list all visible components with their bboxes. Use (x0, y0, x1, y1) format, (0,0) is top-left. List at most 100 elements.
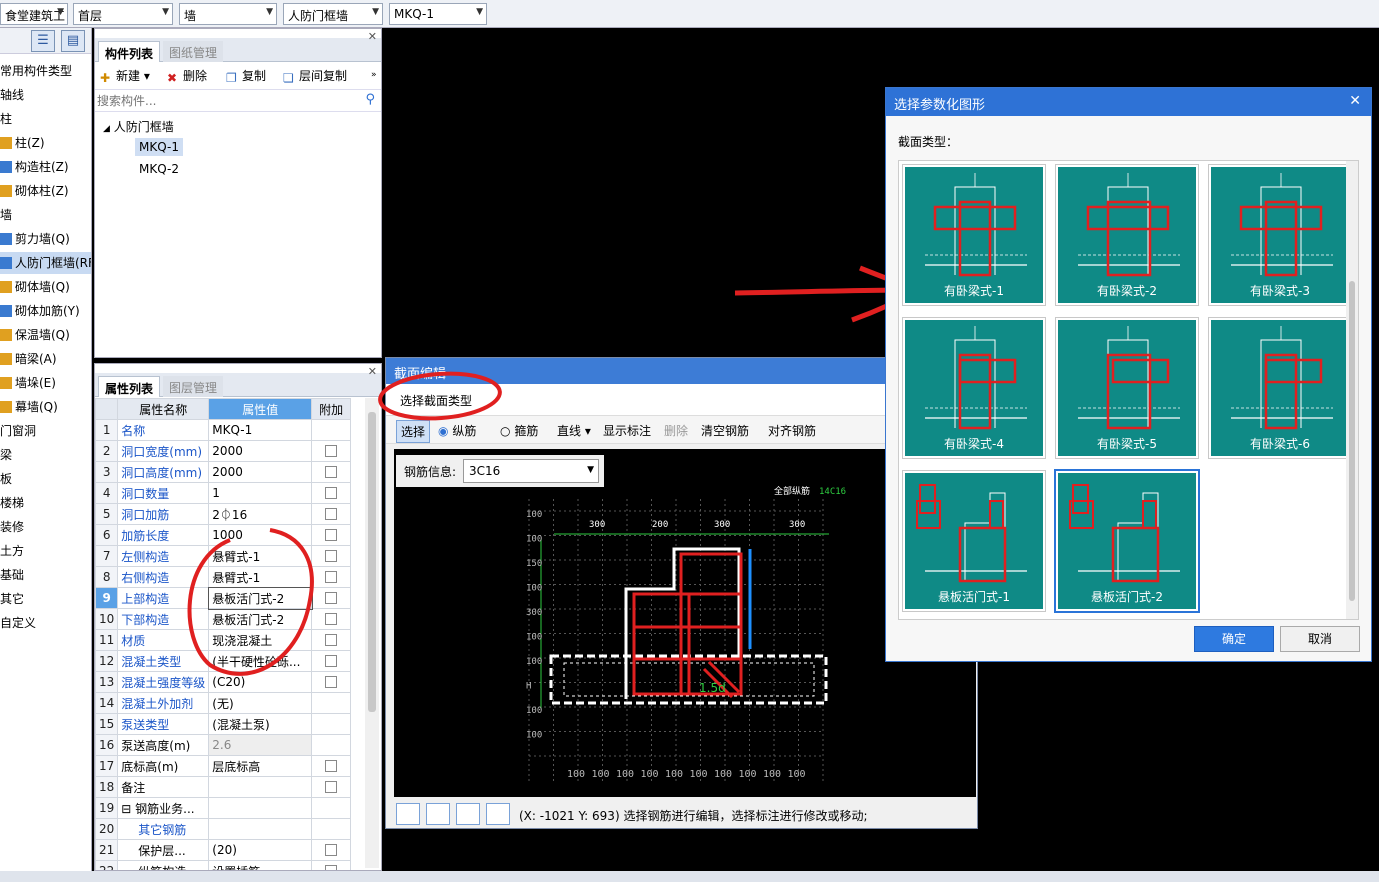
property-value[interactable] (208, 818, 313, 840)
tab-drawing-management[interactable]: 图纸管理 (163, 41, 224, 62)
line-tool-button[interactable]: 直线 ▾ (557, 422, 591, 439)
show-dimension-button[interactable]: 显示标注 (603, 422, 651, 439)
shape-tile[interactable]: 有卧梁式-3 (1208, 164, 1352, 306)
ok-button[interactable]: 确定 (1194, 626, 1274, 652)
sidebar-item[interactable]: 装修 (0, 516, 24, 538)
property-row[interactable]: 8 右侧构造 悬臂式-1 (95, 566, 351, 588)
shape-tile[interactable]: 有卧梁式-4 (902, 317, 1046, 459)
property-row[interactable]: 16 泵送高度(m) 2.6 (95, 734, 351, 756)
sidebar-item[interactable]: 轴线 (0, 84, 24, 106)
property-row[interactable]: 9 上部构造 悬板活门式-2 (95, 586, 351, 610)
sidebar-item[interactable]: 柱(Z) (0, 132, 45, 154)
sidebar-item[interactable]: 板 (0, 468, 12, 490)
sidebar-item[interactable]: 楼梯 (0, 492, 24, 514)
sidebar-item[interactable]: 土方 (0, 540, 24, 562)
sidebar-item[interactable]: 砌体墙(Q) (0, 276, 70, 298)
property-value[interactable]: 2000 (208, 461, 313, 483)
sidebar-item[interactable]: 门窗洞 (0, 420, 36, 442)
property-row[interactable]: 20 其它钢筋 (95, 818, 351, 840)
perpendicular-tool-icon[interactable] (456, 803, 480, 825)
sidebar-item[interactable]: 梁 (0, 444, 12, 466)
property-value[interactable]: (20) (208, 839, 313, 861)
property-value[interactable]: 设置插筋 (208, 860, 313, 870)
checkbox[interactable] (325, 571, 338, 583)
property-row[interactable]: 11 材质 现浇混凝土 (95, 629, 351, 651)
sidebar-item[interactable]: 自定义 (0, 612, 36, 634)
property-value[interactable]: 2.6 (208, 734, 313, 756)
select-section-type-button[interactable]: 选择截面类型 (400, 392, 472, 409)
property-row[interactable]: 14 混凝土外加剂 (无) (95, 692, 351, 714)
property-row[interactable]: 22纵筋构造设置插筋 (95, 860, 351, 870)
sidebar-item[interactable]: 墙 (0, 204, 12, 226)
sidebar-item[interactable]: 常用构件类型 (0, 60, 72, 82)
add-tool-icon[interactable] (486, 803, 510, 825)
property-row[interactable]: 12 混凝土类型 (半干硬性砼砾... (95, 650, 351, 672)
tree-item-mkq-1[interactable]: MKQ-1 (135, 138, 183, 156)
property-scrollbar[interactable] (365, 398, 379, 868)
checkbox[interactable] (325, 634, 338, 646)
property-value[interactable]: 1000 (208, 524, 313, 546)
property-row[interactable]: 10 下部构造 悬板活门式-2 (95, 608, 351, 630)
delete-button[interactable]: ✖ 删除 (167, 67, 207, 85)
property-value[interactable]: 悬板活门式-2 (208, 608, 313, 630)
property-row[interactable]: 6 加筋长度 1000 (95, 524, 351, 546)
detail-view-icon[interactable]: ▤ (61, 30, 85, 52)
property-value[interactable] (208, 797, 313, 819)
property-value[interactable]: 悬板活门式-2 (207, 586, 313, 610)
more-icon[interactable]: » (371, 70, 377, 80)
sidebar-item[interactable]: 柱 (0, 108, 12, 130)
checkbox[interactable] (325, 613, 338, 625)
scroll-thumb[interactable] (1349, 281, 1355, 601)
property-row[interactable]: 17 底标高(m) 层底标高 (95, 755, 351, 777)
floor-combo[interactable]: 首层 ▼ (73, 3, 173, 25)
shape-tile[interactable]: 有卧梁式-1 (902, 164, 1046, 306)
sidebar-item[interactable]: 保温墙(Q) (0, 324, 70, 346)
tab-component-list[interactable]: 构件列表 (98, 41, 161, 62)
sidebar-item[interactable]: 幕墙(Q) (0, 396, 58, 418)
property-value[interactable]: 层底标高 (208, 755, 313, 777)
delete-rebar-button[interactable]: 删除 (664, 422, 688, 439)
checkbox[interactable] (325, 508, 338, 520)
angle-tool-icon[interactable] (396, 803, 420, 825)
diagonal-tool-icon[interactable] (426, 803, 450, 825)
component-combo[interactable]: MKQ-1 ▼ (389, 3, 487, 25)
stirrup-radio[interactable]: ○ 箍筋 (500, 422, 538, 439)
property-value[interactable]: (混凝土泵) (208, 713, 313, 735)
property-value[interactable] (208, 776, 313, 798)
property-value[interactable]: 悬臂式-1 (208, 545, 313, 567)
new-button[interactable]: ✚ 新建 ▾ (100, 67, 150, 85)
longitudinal-radio[interactable]: ◉ 纵筋 (438, 422, 476, 439)
checkbox[interactable] (325, 529, 338, 541)
checkbox[interactable] (325, 655, 338, 667)
close-icon[interactable]: ✕ (368, 365, 377, 378)
sidebar-item[interactable]: 暗梁(A) (0, 348, 57, 370)
sidebar-item[interactable]: 其它 (0, 588, 24, 610)
property-value[interactable]: MKQ-1 (208, 419, 313, 441)
type-combo[interactable]: 人防门框墙 ▼ (283, 3, 383, 25)
property-row[interactable]: 15 泵送类型 (混凝土泵) (95, 713, 351, 735)
checkbox[interactable] (325, 445, 338, 457)
close-icon[interactable]: ✕ (368, 30, 377, 43)
shape-tile[interactable]: 有卧梁式-6 (1208, 317, 1352, 459)
property-row[interactable]: 19 ⊟ 钢筋业务... (95, 797, 351, 819)
property-value[interactable]: 2000 (208, 440, 313, 462)
sidebar-item[interactable]: 构造柱(Z) (0, 156, 69, 178)
shape-tile[interactable]: 有卧梁式-5 (1055, 317, 1199, 459)
property-value[interactable]: (半干硬性砼砾... (208, 650, 313, 672)
tab-property-list[interactable]: 属性列表 (98, 376, 161, 397)
checkbox[interactable] (325, 760, 338, 772)
sidebar-item[interactable]: 基础 (0, 564, 24, 586)
checkbox[interactable] (325, 781, 338, 793)
sidebar-item[interactable]: 砌体柱(Z) (0, 180, 69, 202)
tab-layer-management[interactable]: 图层管理 (163, 376, 224, 397)
property-row[interactable]: 21 保护层... (20) (95, 839, 351, 861)
property-value[interactable]: 2⏀16 (208, 503, 313, 525)
property-row[interactable]: 5 洞口加筋 2⏀16 (95, 503, 351, 525)
property-row[interactable]: 3 洞口高度(mm) 2000 (95, 461, 351, 483)
search-input[interactable] (97, 92, 359, 110)
property-row[interactable]: 18 备注 (95, 776, 351, 798)
select-tool-button[interactable]: 选择 (396, 420, 431, 443)
sidebar-item[interactable]: 墙垛(E) (0, 372, 56, 394)
align-rebar-button[interactable]: 对齐钢筋 (768, 422, 816, 439)
shape-tile[interactable]: 有卧梁式-2 (1055, 164, 1199, 306)
